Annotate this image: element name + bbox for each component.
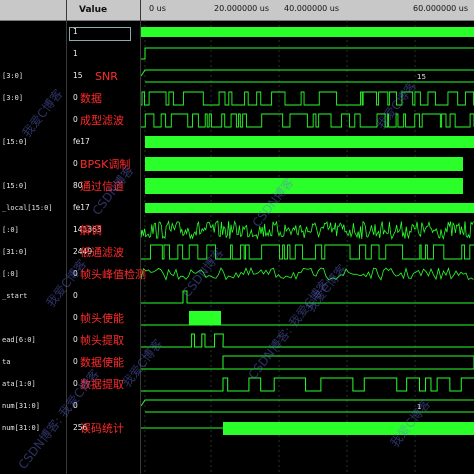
signal-name-row[interactable]: ta xyxy=(0,352,66,372)
annotation-caption: 成型滤波 xyxy=(80,114,124,127)
signal-name: [:0] xyxy=(2,270,19,278)
signal-name-row[interactable] xyxy=(0,44,66,64)
signal-name: [3:0] xyxy=(2,94,24,102)
annotation-caption: 误码统计 xyxy=(80,422,124,435)
signal-value: 0 xyxy=(73,93,78,102)
wave-result-bar xyxy=(223,422,474,435)
signal-name: [15:0] xyxy=(2,182,28,190)
signal-value-row[interactable]: 1 xyxy=(67,44,140,64)
annotation-caption: 数据 xyxy=(80,92,102,105)
annotation-caption: 帧头使能 xyxy=(80,312,124,325)
signal-value-row[interactable]: 0 xyxy=(67,88,140,108)
values-header: Value xyxy=(67,0,140,21)
wave-bus-value: 15 xyxy=(417,73,426,81)
wave-step xyxy=(141,47,474,60)
signal-value: 0 xyxy=(73,159,78,168)
names-header xyxy=(0,0,66,21)
signal-name-row[interactable]: _local[15:0] xyxy=(0,198,66,218)
signal-name: ta xyxy=(2,358,11,366)
signal-value: 1 xyxy=(73,27,78,36)
signal-value: 0 xyxy=(73,291,78,300)
signal-name-row[interactable]: [15:0] xyxy=(0,176,66,196)
wave-data-bits xyxy=(141,377,474,392)
signal-names-pane[interactable]: [3:0] [3:0] [15:0] [15:0] _local[15:0] [:0] [3… xyxy=(0,0,67,474)
signal-name: _local[15:0] xyxy=(2,204,53,212)
signal-name-row[interactable]: [3:0] xyxy=(0,66,66,86)
value-column-title: Value xyxy=(79,5,108,15)
signal-name: [3:0] xyxy=(2,72,24,80)
signal-name: num[31:0] xyxy=(2,402,40,410)
signal-value: 15 xyxy=(73,71,83,80)
wave-digital xyxy=(141,113,474,128)
signal-value-row[interactable]: 0 xyxy=(67,286,140,306)
wave-band xyxy=(145,157,463,171)
wave-enable xyxy=(189,311,221,325)
signal-value: 0 xyxy=(73,313,78,322)
signal-name: _start xyxy=(2,292,28,300)
signal-name-row[interactable]: [:0] xyxy=(0,220,66,240)
wave-band xyxy=(145,136,474,148)
wave-digital xyxy=(141,244,474,260)
signal-name-row[interactable]: ead[6:0] xyxy=(0,330,66,350)
signal-value: 0 xyxy=(73,335,78,344)
signal-name: ead[6:0] xyxy=(2,336,36,344)
signal-name-row[interactable] xyxy=(0,22,66,42)
signal-value: 0 xyxy=(73,357,78,366)
signal-value-row[interactable]: 141363 xyxy=(67,220,140,240)
wave-header-bits xyxy=(141,333,474,348)
signal-value: fe17 xyxy=(73,137,90,146)
signal-name: [:0] xyxy=(2,226,19,234)
signal-name-row[interactable]: [31:0] xyxy=(0,242,66,262)
wave-data-enable xyxy=(141,355,474,370)
signal-name-row[interactable]: ata[1:0] xyxy=(0,374,66,394)
signal-name: ata[1:0] xyxy=(2,380,36,388)
signal-value-row[interactable]: 1 xyxy=(67,22,140,42)
wave-band xyxy=(145,203,474,213)
annotation-caption: 低通滤波 xyxy=(80,246,124,259)
annotation-caption: 解调 xyxy=(80,224,102,237)
signal-value: 1 xyxy=(73,49,78,58)
signal-value: 0 xyxy=(73,115,78,124)
wave-digital xyxy=(141,91,474,106)
wave-bar xyxy=(141,27,474,37)
annotation-caption: SNR xyxy=(95,70,118,83)
annotation-caption: 帧头提取 xyxy=(80,334,124,347)
wave-band xyxy=(145,178,463,194)
signal-name-row[interactable] xyxy=(0,308,66,328)
wave-analog xyxy=(141,220,474,240)
signal-name: [31:0] xyxy=(2,248,28,256)
signal-name-row[interactable] xyxy=(0,154,66,174)
annotation-caption: 帧头峰值检测 xyxy=(80,268,146,281)
signal-value-row[interactable]: fe17 xyxy=(67,132,140,152)
